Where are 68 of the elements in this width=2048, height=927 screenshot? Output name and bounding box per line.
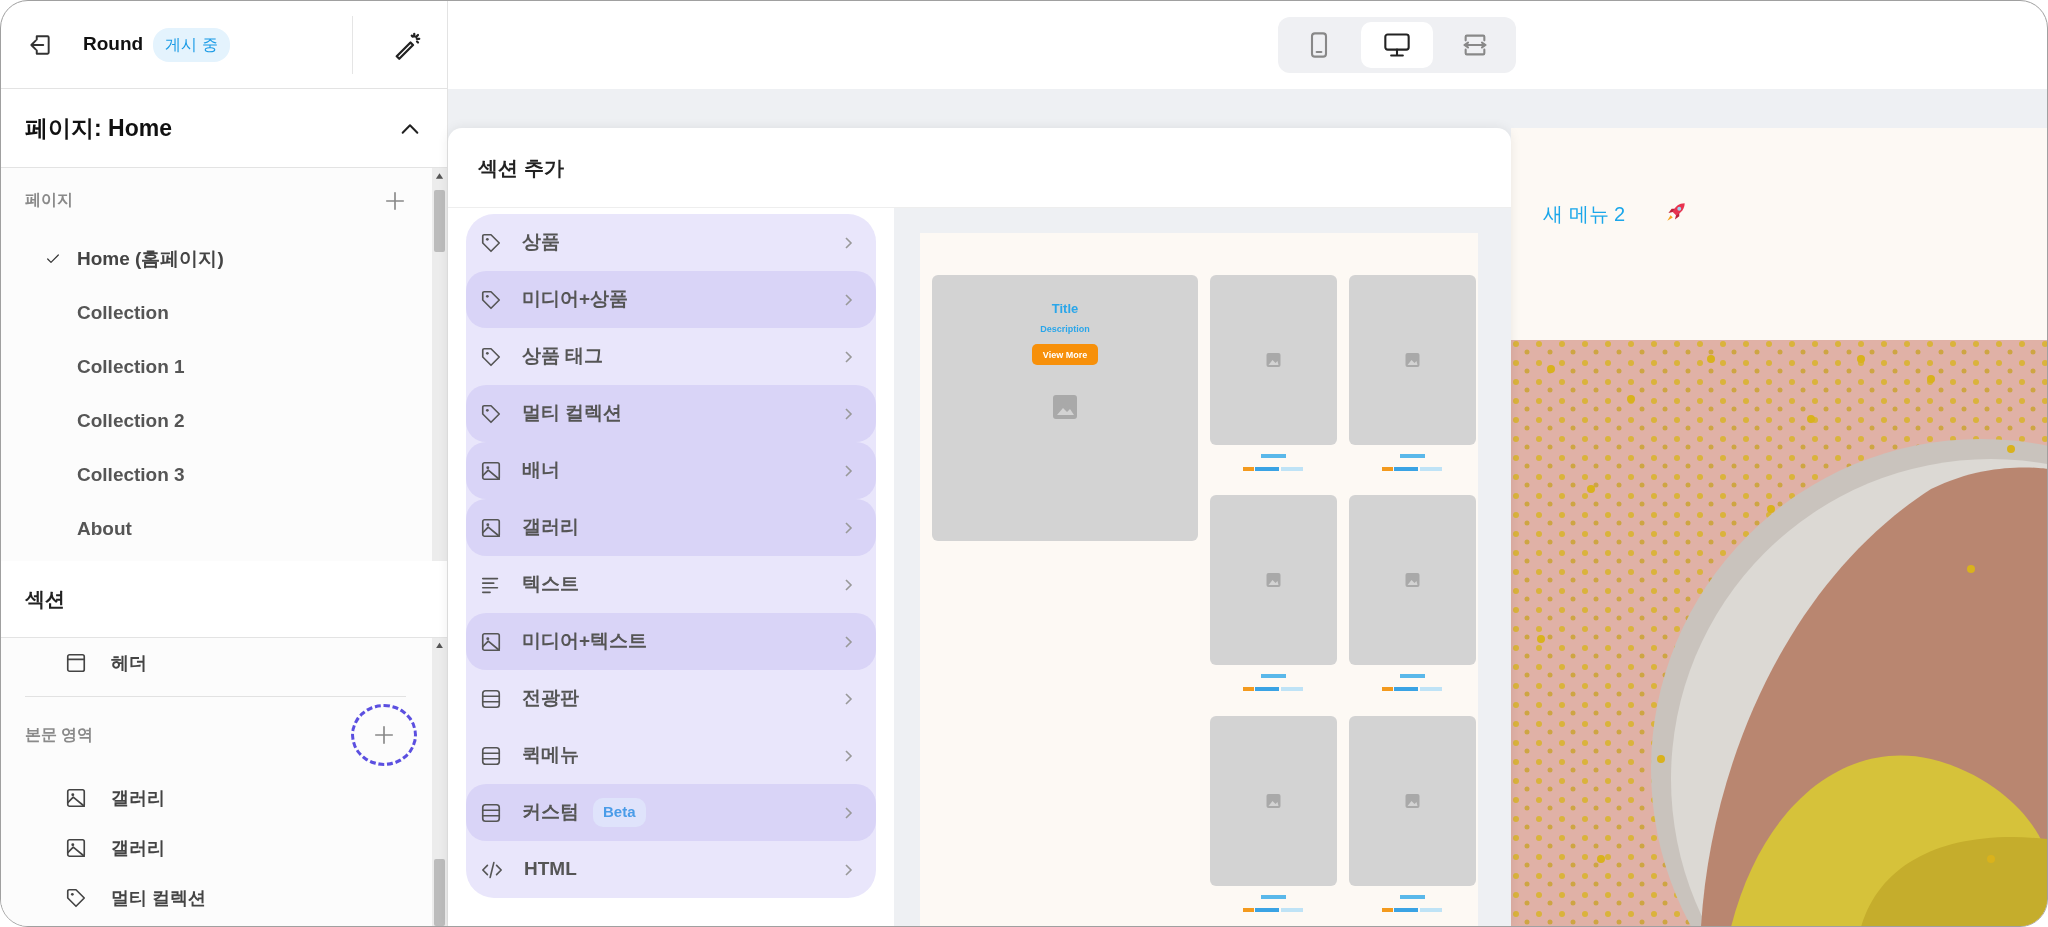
device-tab[interactable]	[1361, 22, 1433, 68]
section-type-item[interactable]: 텍스트	[466, 556, 876, 613]
page-item[interactable]: Home (홈페이지)	[1, 232, 432, 286]
scrollbar-thumb[interactable]	[434, 858, 445, 926]
section-type-item[interactable]: 미디어+텍스트	[466, 613, 876, 670]
group-label: 본문 영역	[25, 725, 94, 745]
chevron-right-icon	[842, 350, 854, 365]
image-icon	[480, 459, 502, 482]
chevron-right-icon	[842, 635, 854, 650]
page-item[interactable]: About	[1, 502, 432, 556]
tag-icon	[480, 402, 502, 425]
image-icon	[65, 837, 87, 859]
thumbnail-button-label: View More	[1042, 350, 1088, 360]
image-icon	[480, 630, 502, 653]
status-badge: 게시 중	[153, 27, 230, 62]
chevron-right-icon	[842, 521, 854, 536]
chevron-right-icon	[842, 236, 854, 251]
window-icon	[65, 652, 87, 674]
chevron-right-icon	[842, 749, 854, 764]
section-type-item[interactable]: 커스텀 Beta	[466, 784, 876, 841]
layout-icon	[480, 801, 502, 824]
tag-icon	[480, 231, 502, 254]
plus-icon	[384, 189, 406, 212]
section-type-item[interactable]: 전광판	[466, 670, 876, 727]
scroll-up-arrow-icon[interactable]	[435, 172, 444, 180]
chevron-right-icon	[842, 863, 854, 878]
section-type-item[interactable]: 미디어+상품	[466, 271, 876, 328]
chevron-right-icon	[842, 293, 854, 308]
section-type-item[interactable]: 멀티 컬렉션	[466, 385, 876, 442]
chevron-right-icon	[842, 578, 854, 593]
chevron-right-icon	[842, 692, 854, 707]
panel-title: 페이지: Home	[25, 113, 172, 143]
image-icon	[65, 787, 87, 809]
scroll-up-arrow-icon[interactable]	[435, 642, 444, 649]
image-icon	[480, 516, 502, 539]
tag-icon	[480, 288, 502, 311]
section-item[interactable]: 헤더	[1, 638, 432, 688]
group-label: 페이지	[25, 190, 73, 210]
section-type-item[interactable]: 갤러리	[466, 499, 876, 556]
chevron-right-icon	[842, 464, 854, 479]
page-item[interactable]: Collection 3	[1, 448, 432, 502]
plus-icon	[373, 724, 395, 746]
chevron-right-icon	[842, 407, 854, 422]
scrollbar[interactable]	[432, 168, 447, 561]
section-type-item[interactable]: 상품 태그	[466, 328, 876, 385]
section-type-item[interactable]: 퀵메뉴	[466, 727, 876, 784]
add-section-button[interactable]	[351, 704, 417, 766]
page-item[interactable]: Collection	[1, 286, 432, 340]
section-item[interactable]: 갤러리	[1, 823, 432, 873]
monitor-icon	[1383, 31, 1411, 59]
layout-icon	[480, 744, 502, 767]
section-type-item[interactable]: 배너	[466, 442, 876, 499]
page-item[interactable]: Collection 1	[1, 340, 432, 394]
section-type-item[interactable]: HTML	[466, 841, 876, 898]
section-item[interactable]: 멀티 컬렉션	[1, 873, 432, 923]
layout-icon	[480, 687, 502, 710]
section-type-item[interactable]: 상품	[466, 214, 876, 271]
thumbnail-description: Description	[1040, 324, 1090, 334]
scrollbar[interactable]	[432, 638, 447, 926]
scrollbar-thumb[interactable]	[434, 190, 445, 252]
beta-badge: Beta	[593, 798, 646, 827]
page-item[interactable]: Collection 2	[1, 394, 432, 448]
tag-icon	[65, 887, 87, 909]
section-item[interactable]: 갤러리	[1, 773, 432, 823]
site-title: Round	[83, 32, 144, 57]
chevron-right-icon	[842, 806, 854, 821]
thumbnail-title: Title	[1051, 301, 1079, 316]
tag-icon	[480, 345, 502, 368]
